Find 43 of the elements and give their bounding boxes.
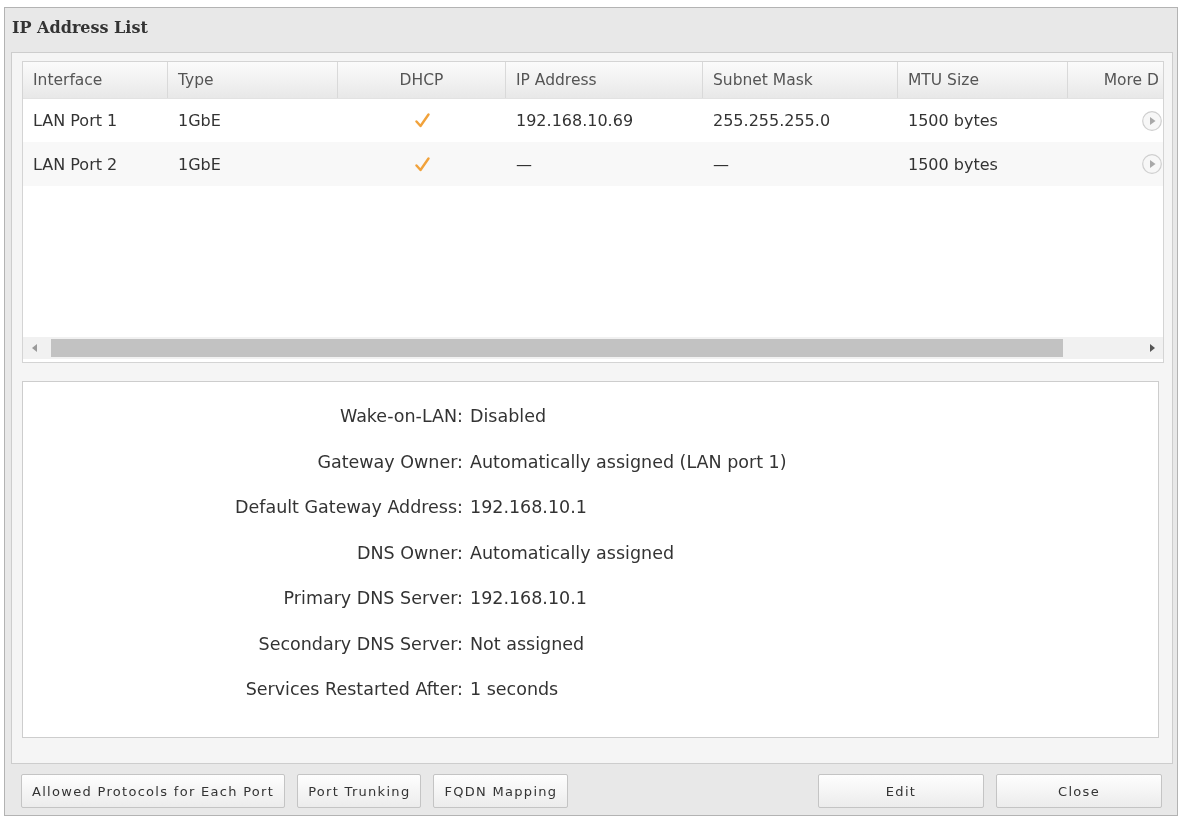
table-cell-text: 1500 bytes [907,153,999,176]
table-cell-text: — [712,153,730,176]
table-cell-text: 1GbE [177,110,222,132]
table-cell-text: 1500 bytes [907,110,999,132]
detail-label: Services Restarted After: [244,678,463,701]
action-button[interactable]: Edit [818,774,984,808]
horizontal-scrollbar[interactable] [23,337,1163,359]
table-cell-text: LAN Port 1 [32,110,119,132]
column-header: Interface [23,62,168,98]
column-header: Type [168,62,338,98]
table-cell-text: 1GbE [177,153,222,176]
column-header: More D [1102,70,1160,91]
column-header: IP Address [506,62,703,98]
arrow-circle-icon[interactable] [1142,154,1162,174]
detail-value: Disabled [470,405,548,428]
detail-value: 192.168.10.1 [470,496,588,519]
action-button[interactable]: Close [996,774,1162,808]
right-arrow-icon[interactable] [1149,344,1155,352]
dialog-title: IP Address List [12,18,148,37]
detail-label: Gateway Owner: [316,450,463,474]
detail-label: Wake-on-LAN: [338,405,463,428]
action-button[interactable]: Port Trunking [297,774,422,808]
table-cell-text: 192.168.10.69 [515,110,635,132]
left-arrow-icon[interactable] [31,344,37,352]
detail-value: Automatically assigned [470,541,675,565]
detail-value: Not assigned [470,632,586,656]
detail-label: Primary DNS Server: [282,587,463,610]
detail-value: 192.168.10.1 [470,587,588,610]
detail-value: 1 seconds [470,678,560,701]
column-header: Subnet Mask [703,62,898,98]
column-header: MTU Size [898,62,1068,98]
detail-label: Secondary DNS Server: [257,632,463,656]
table-cell-text: LAN Port 2 [32,153,119,176]
detail-label: DNS Owner: [356,541,463,565]
arrow-circle-icon[interactable] [1142,110,1162,131]
action-button[interactable]: FQDN Mapping [433,774,569,808]
scrollbar-thumb[interactable] [51,339,1063,357]
action-button[interactable]: Allowed Protocols for Each Port [21,774,286,808]
column-header: DHCP [338,62,506,98]
detail-label: Default Gateway Address: [234,496,463,519]
detail-value: Automatically assigned (LAN port 1) [470,450,787,474]
table-cell-text: — [515,153,533,176]
table-cell-text: 255.255.255.0 [712,110,832,132]
